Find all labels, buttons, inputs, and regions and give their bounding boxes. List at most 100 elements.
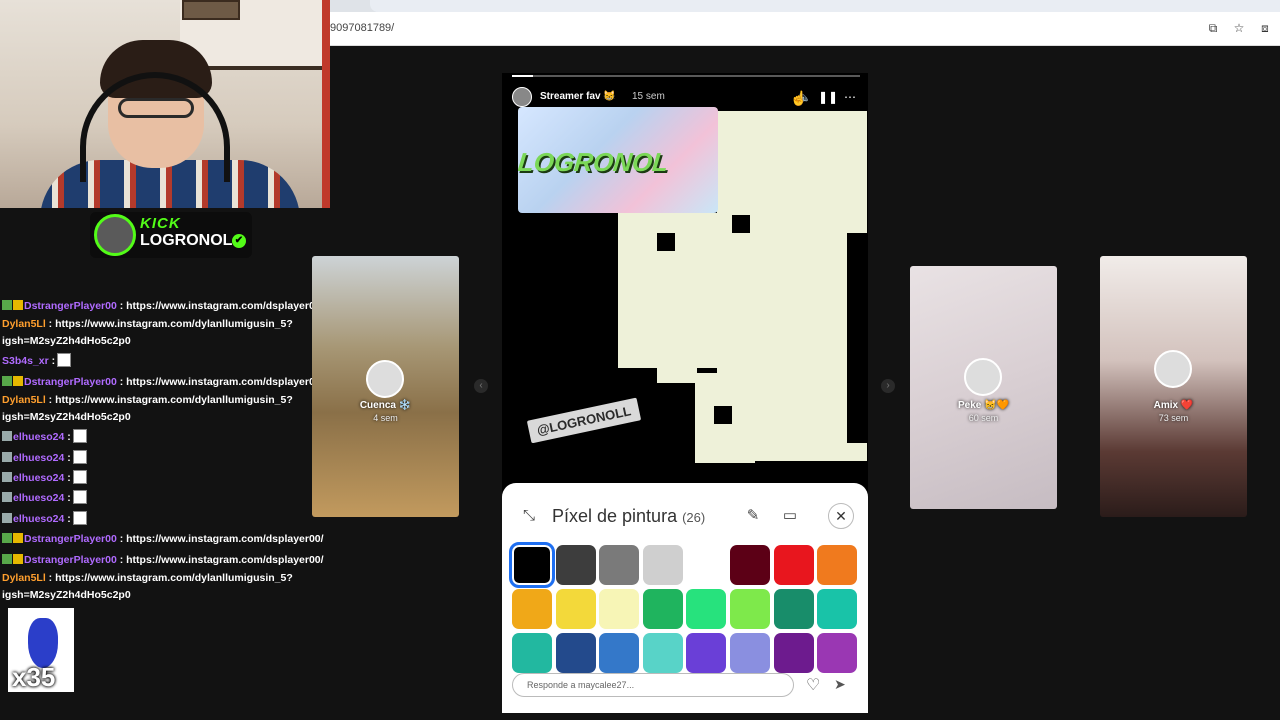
eraser-icon[interactable]: ▭ [779,505,801,527]
url-text[interactable]: 9097081789/ [330,22,394,34]
chat-text: : https://www.instagram.com/dylanllumigu… [2,394,293,423]
color-swatch[interactable] [555,589,596,629]
prev-story-arrow[interactable]: ‹ [474,379,488,393]
color-swatch[interactable] [729,633,770,673]
chat-username[interactable]: elhueso24 [13,472,64,484]
chat-username[interactable]: elhueso24 [13,452,64,464]
chat-username[interactable]: DstrangerPlayer00 [24,300,117,312]
story-avatar [964,358,1002,396]
story-card-amix[interactable]: Amix ❤️ 73 sem [1100,256,1247,517]
color-swatch[interactable] [599,633,640,673]
active-story[interactable]: LOGRONOL @LOGRONOLL Streamer fav 😸 15 se… [502,73,868,713]
chat-text: : https://www.instagram.com/dylanllumigu… [2,572,293,601]
chat-emote-icon [72,490,87,505]
story-card-name: Peke 😸🧡 [957,400,1010,411]
channel-avatar [94,214,136,256]
install-icon[interactable]: ⧉ [1206,21,1220,35]
chat-username[interactable]: elhueso24 [13,513,64,525]
color-swatch[interactable] [599,589,640,629]
bookmark-star-icon[interactable]: ☆ [1232,21,1246,35]
kick-logo-text: KICK [140,215,181,232]
chat-username[interactable]: Dylan5Ll [2,572,46,584]
chat-username[interactable]: Dylan5Ll [2,394,46,406]
color-swatch[interactable] [817,545,858,585]
color-palette [509,542,862,673]
story-card-cuenca[interactable]: Cuenca ❄️ 4 sem [312,256,459,517]
chat-badge-icon [2,375,12,386]
extensions-icon[interactable]: ⧈ [1258,21,1272,35]
shared-stream-thumbnail: LOGRONOL [518,107,718,213]
chat-text: : https://www.instagram.com/dsplayer00/ [116,300,324,312]
chat-username[interactable]: S3b4s_xr [2,355,49,367]
address-bar[interactable]: 9097081789/ ⧉ ☆ ⧈ [330,12,1280,46]
chat-badge-icon [13,300,23,310]
story-user-avatar[interactable] [512,87,532,107]
color-swatch[interactable] [512,633,552,673]
thumbnail-text: LOGRONOL [518,147,670,177]
chat-text: : [64,492,71,505]
more-options-icon[interactable]: ⋯ [842,89,858,105]
chat-message: DstrangerPlayer00 : https://www.instagra… [2,529,342,549]
story-avatar [1154,350,1192,388]
story-username[interactable]: Streamer fav 😸 [540,91,616,102]
chat-text: : [64,512,71,525]
chat-username[interactable]: Dylan5Ll [2,318,46,330]
chat-username[interactable]: elhueso24 [13,431,64,443]
color-swatch[interactable] [686,545,727,585]
color-swatch[interactable] [642,633,683,673]
chat-username[interactable]: DstrangerPlayer00 [24,554,117,566]
chat-message: DstrangerPlayer00 : https://www.instagra… [2,372,342,392]
chat-badge-icon [2,492,12,503]
story-card-time: 60 sem [968,413,999,423]
color-swatch[interactable] [729,545,770,585]
webcam-feed [0,0,330,208]
color-swatch[interactable] [729,589,770,629]
chat-badge-icon [13,533,23,544]
pixel-count: (26) [682,510,706,525]
reply-input[interactable]: Responde a maycalee27... [512,673,794,697]
chat-badge-icon [13,553,23,564]
chat-text: : [64,472,71,485]
story-card-peke[interactable]: Peke 😸🧡 60 sem [910,266,1057,509]
color-swatch[interactable] [817,589,858,629]
chat-text: : [64,431,71,444]
like-heart-icon[interactable]: ♡ [806,675,820,695]
browser-tab-strip [330,0,1280,12]
color-swatch[interactable] [512,589,552,629]
color-swatch[interactable] [555,545,596,585]
chat-username[interactable]: DstrangerPlayer00 [24,376,117,388]
chat-badge-icon [2,451,12,462]
chat-message: Dylan5Ll : https://www.instagram.com/dyl… [2,570,342,605]
collapse-icon[interactable]: ⤡ [518,505,540,527]
panel-title: Píxel de pintura (26) [552,506,706,526]
chat-message: DstrangerPlayer00 : https://www.instagra… [2,296,342,316]
chat-message: Dylan5Ll : https://www.instagram.com/dyl… [2,316,342,351]
color-swatch[interactable] [817,633,858,673]
story-card-time: 4 sem [373,413,398,423]
chat-text: : https://www.instagram.com/dsplayer00/ [116,553,324,566]
pause-icon[interactable]: ❚❚ [818,89,838,105]
color-swatch[interactable] [686,589,727,629]
chat-message: elhueso24 : [2,509,342,529]
color-swatch[interactable] [599,545,640,585]
color-swatch[interactable] [642,545,683,585]
color-swatch[interactable] [509,542,555,588]
chat-badge-icon [13,375,23,386]
color-swatch[interactable] [773,633,814,673]
color-swatch[interactable] [642,589,683,629]
verified-icon: ✔ [232,234,246,248]
chat-message: Dylan5Ll : https://www.instagram.com/dyl… [2,392,342,427]
color-swatch[interactable] [773,545,814,585]
next-story-arrow[interactable]: › [881,379,895,393]
close-panel-button[interactable]: ✕ [828,503,854,529]
chat-text: : https://www.instagram.com/dsplayer00/ [116,375,324,388]
send-icon[interactable]: ➤ [834,676,846,693]
chat-username[interactable]: DstrangerPlayer00 [24,533,117,545]
chat-text: : [48,355,56,368]
color-swatch[interactable] [686,633,727,673]
color-swatch[interactable] [555,633,596,673]
chat-text: : [64,451,71,464]
color-swatch[interactable] [773,589,814,629]
pencil-icon[interactable]: ✎ [742,505,764,527]
chat-username[interactable]: elhueso24 [13,492,64,504]
